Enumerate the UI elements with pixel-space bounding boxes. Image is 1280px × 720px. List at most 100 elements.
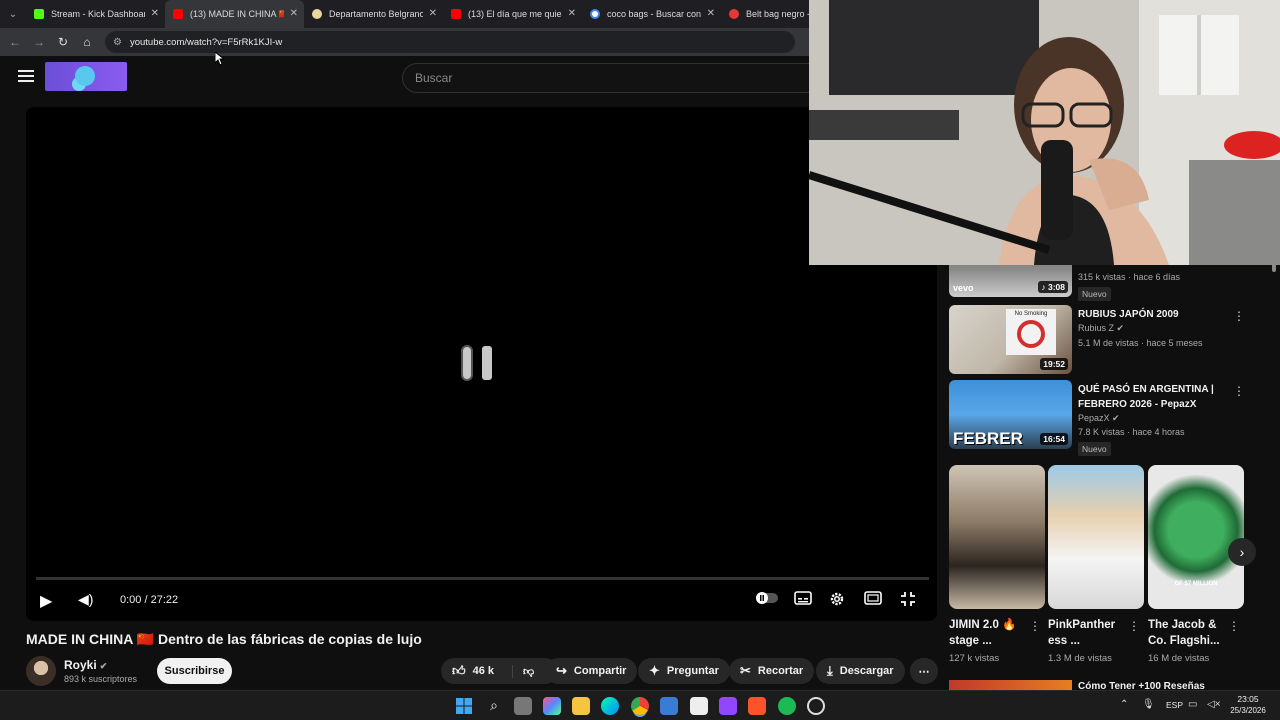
obs-icon[interactable]: [807, 697, 825, 715]
windows-start-icon[interactable]: [455, 697, 473, 715]
video-thumbnail[interactable]: FEBRER 16:54: [949, 380, 1072, 449]
theater-mode-icon[interactable]: [864, 591, 882, 608]
subscribe-button[interactable]: Suscribirse: [157, 658, 232, 684]
more-vertical-icon[interactable]: ⋮: [1233, 309, 1245, 323]
hamburger-menu-icon[interactable]: [18, 70, 34, 82]
settings-gear-icon[interactable]: [829, 591, 845, 610]
volume-muted-icon[interactable]: ◁×: [1207, 699, 1221, 710]
site-info-icon[interactable]: ⚙: [113, 37, 122, 48]
video-thumbnail[interactable]: vevo ♪ 3:08: [949, 262, 1072, 297]
music-note-icon: ♪: [1041, 282, 1048, 292]
clock-date[interactable]: 25/3/2026: [1224, 706, 1272, 715]
recommendation-item[interactable]: No Smoking 19:52 RUBIUS JAPÓN 2009 Rubiu…: [949, 305, 1249, 375]
chevron-right-icon[interactable]: ›: [1228, 538, 1256, 566]
channel-logo[interactable]: [45, 62, 127, 91]
video-thumbnail[interactable]: No Smoking 19:52: [949, 305, 1072, 374]
clock-time[interactable]: 23:05: [1228, 694, 1268, 704]
exit-fullscreen-icon[interactable]: [900, 591, 916, 610]
reload-icon[interactable]: ↻: [51, 30, 75, 54]
autoplay-toggle-icon[interactable]: [756, 591, 778, 608]
short-item[interactable]: PinkPanther ess ... ⋮ 1.3 M de vistas: [1048, 465, 1144, 664]
webcam-feed-image: [809, 0, 1280, 265]
channel-name: Rubius Z ✔: [1078, 323, 1125, 333]
like-button[interactable]: 👍︎ 46 k 👎︎: [441, 658, 558, 684]
recommendation-item[interactable]: vevo ♪ 3:08 315 k vistas · hace 6 días N…: [949, 262, 1249, 302]
tab-close-icon[interactable]: ✕: [568, 8, 576, 19]
thumbs-up-icon: 👍︎: [452, 663, 466, 678]
subtitles-icon[interactable]: [794, 591, 812, 608]
video-thumbnail[interactable]: [949, 680, 1072, 690]
share-button[interactable]: ↪ Compartir: [545, 658, 638, 684]
chrome-icon[interactable]: [631, 697, 649, 715]
more-actions-button[interactable]: ⋯: [910, 658, 938, 684]
network-icon[interactable]: ▭: [1188, 699, 1197, 710]
windows-taskbar: ⌕ ⌃ 🎙︎ ESP ▭ ◁× 23:05 25/3/2026: [0, 690, 1280, 720]
tab-close-icon[interactable]: ✕: [429, 8, 437, 19]
short-thumbnail[interactable]: OF $7 MILLION: [1148, 465, 1244, 609]
dislike-button[interactable]: 👎︎: [512, 664, 534, 678]
channel-name-link[interactable]: Royki ✔: [64, 658, 107, 672]
more-vertical-icon[interactable]: ⋮: [1233, 384, 1245, 398]
chevron-up-icon[interactable]: ⌃: [1120, 699, 1128, 710]
twitch-icon[interactable]: [719, 697, 737, 715]
no-smoking-icon: [1017, 320, 1045, 348]
search-icon[interactable]: ⌕: [485, 697, 503, 715]
tab-close-icon[interactable]: ✕: [290, 8, 298, 19]
tab-close-icon[interactable]: ✕: [707, 8, 715, 19]
home-icon[interactable]: ⌂: [75, 30, 99, 54]
tab-search-icon[interactable]: ⌄: [0, 0, 26, 28]
edge-icon[interactable]: [601, 697, 619, 715]
short-item[interactable]: JIMIN 2.0 🔥 stage ... ⋮ 127 k vistas: [949, 465, 1045, 664]
video-meta: 315 k vistas · hace 6 días: [1078, 272, 1181, 282]
site-favicon-icon: [312, 9, 322, 19]
recommendation-item[interactable]: FEBRER 16:54 QUÉ PASÓ EN ARGENTINA | FEB…: [949, 380, 1249, 460]
file-explorer-icon[interactable]: [572, 697, 590, 715]
back-arrow-icon[interactable]: ←: [3, 30, 27, 54]
download-icon: ⤓: [827, 663, 833, 678]
more-vertical-icon[interactable]: ⋮: [1228, 619, 1240, 633]
scissors-icon: ✂: [740, 663, 751, 678]
download-label: Descargar: [839, 665, 894, 677]
forward-arrow-icon[interactable]: →: [27, 30, 51, 54]
tab-close-icon[interactable]: ✕: [151, 8, 159, 19]
tab-youtube-active[interactable]: (13) MADE IN CHINA 🇨🇳 D ✕: [165, 0, 304, 28]
youtube-favicon-icon: [451, 9, 461, 19]
address-bar[interactable]: ⚙ youtube.com/watch?v=F5rRk1KJI-w: [105, 31, 795, 53]
video-player[interactable]: ▶ ◀) 0:00 / 27:22: [26, 107, 937, 621]
site-favicon-icon: [729, 9, 739, 19]
channel-avatar[interactable]: [26, 656, 56, 686]
progress-bar[interactable]: [36, 577, 929, 580]
short-item[interactable]: OF $7 MILLION The Jacob & Co. Flagshi...…: [1148, 465, 1244, 664]
microphone-icon[interactable]: 🎙︎: [1142, 699, 1155, 710]
search-input[interactable]: Buscar: [402, 63, 810, 93]
short-thumbnail[interactable]: [1048, 465, 1144, 609]
more-vertical-icon[interactable]: ⋮: [1029, 619, 1041, 633]
recommendation-item[interactable]: Cómo Tener +100 Reseñas: [949, 680, 1249, 690]
play-icon[interactable]: ▶: [40, 591, 52, 611]
download-button[interactable]: ⤓ Descargar: [816, 658, 905, 684]
copilot-icon[interactable]: [543, 697, 561, 715]
language-indicator[interactable]: ESP: [1166, 700, 1183, 710]
brave-icon[interactable]: [748, 697, 766, 715]
tab-google[interactable]: coco bags - Buscar con G ✕: [582, 0, 721, 28]
google-favicon-icon: [590, 9, 600, 19]
tab-kick[interactable]: Stream - Kick Dashboard ✕: [26, 0, 165, 28]
no-smoking-sign: No Smoking: [1006, 309, 1056, 355]
store-icon[interactable]: [660, 697, 678, 715]
short-thumbnail[interactable]: [949, 465, 1045, 609]
task-view-icon[interactable]: [514, 697, 532, 715]
more-vertical-icon[interactable]: ⋮: [1128, 619, 1140, 633]
video-title: Cómo Tener +100 Reseñas: [1078, 681, 1205, 690]
clip-button[interactable]: ✂ Recortar: [729, 658, 815, 684]
vevo-logo: vevo: [953, 283, 974, 293]
capcut-icon[interactable]: [690, 697, 708, 715]
volume-icon[interactable]: ◀): [78, 591, 93, 608]
short-views: 16 M de vistas: [1148, 653, 1210, 664]
tab-label: (13) MADE IN CHINA 🇨🇳 D: [190, 8, 284, 19]
more-horizontal-icon: ⋯: [918, 665, 930, 678]
spotify-icon[interactable]: [778, 697, 796, 715]
tab-youtube-2[interactable]: (13) El día que me quiera ✕: [443, 0, 582, 28]
ask-button[interactable]: ✦ Preguntar: [638, 658, 730, 684]
tab-label: (13) El día que me quiera: [468, 9, 562, 19]
tab-departamento[interactable]: Departamento Belgrano | ✕: [304, 0, 443, 28]
